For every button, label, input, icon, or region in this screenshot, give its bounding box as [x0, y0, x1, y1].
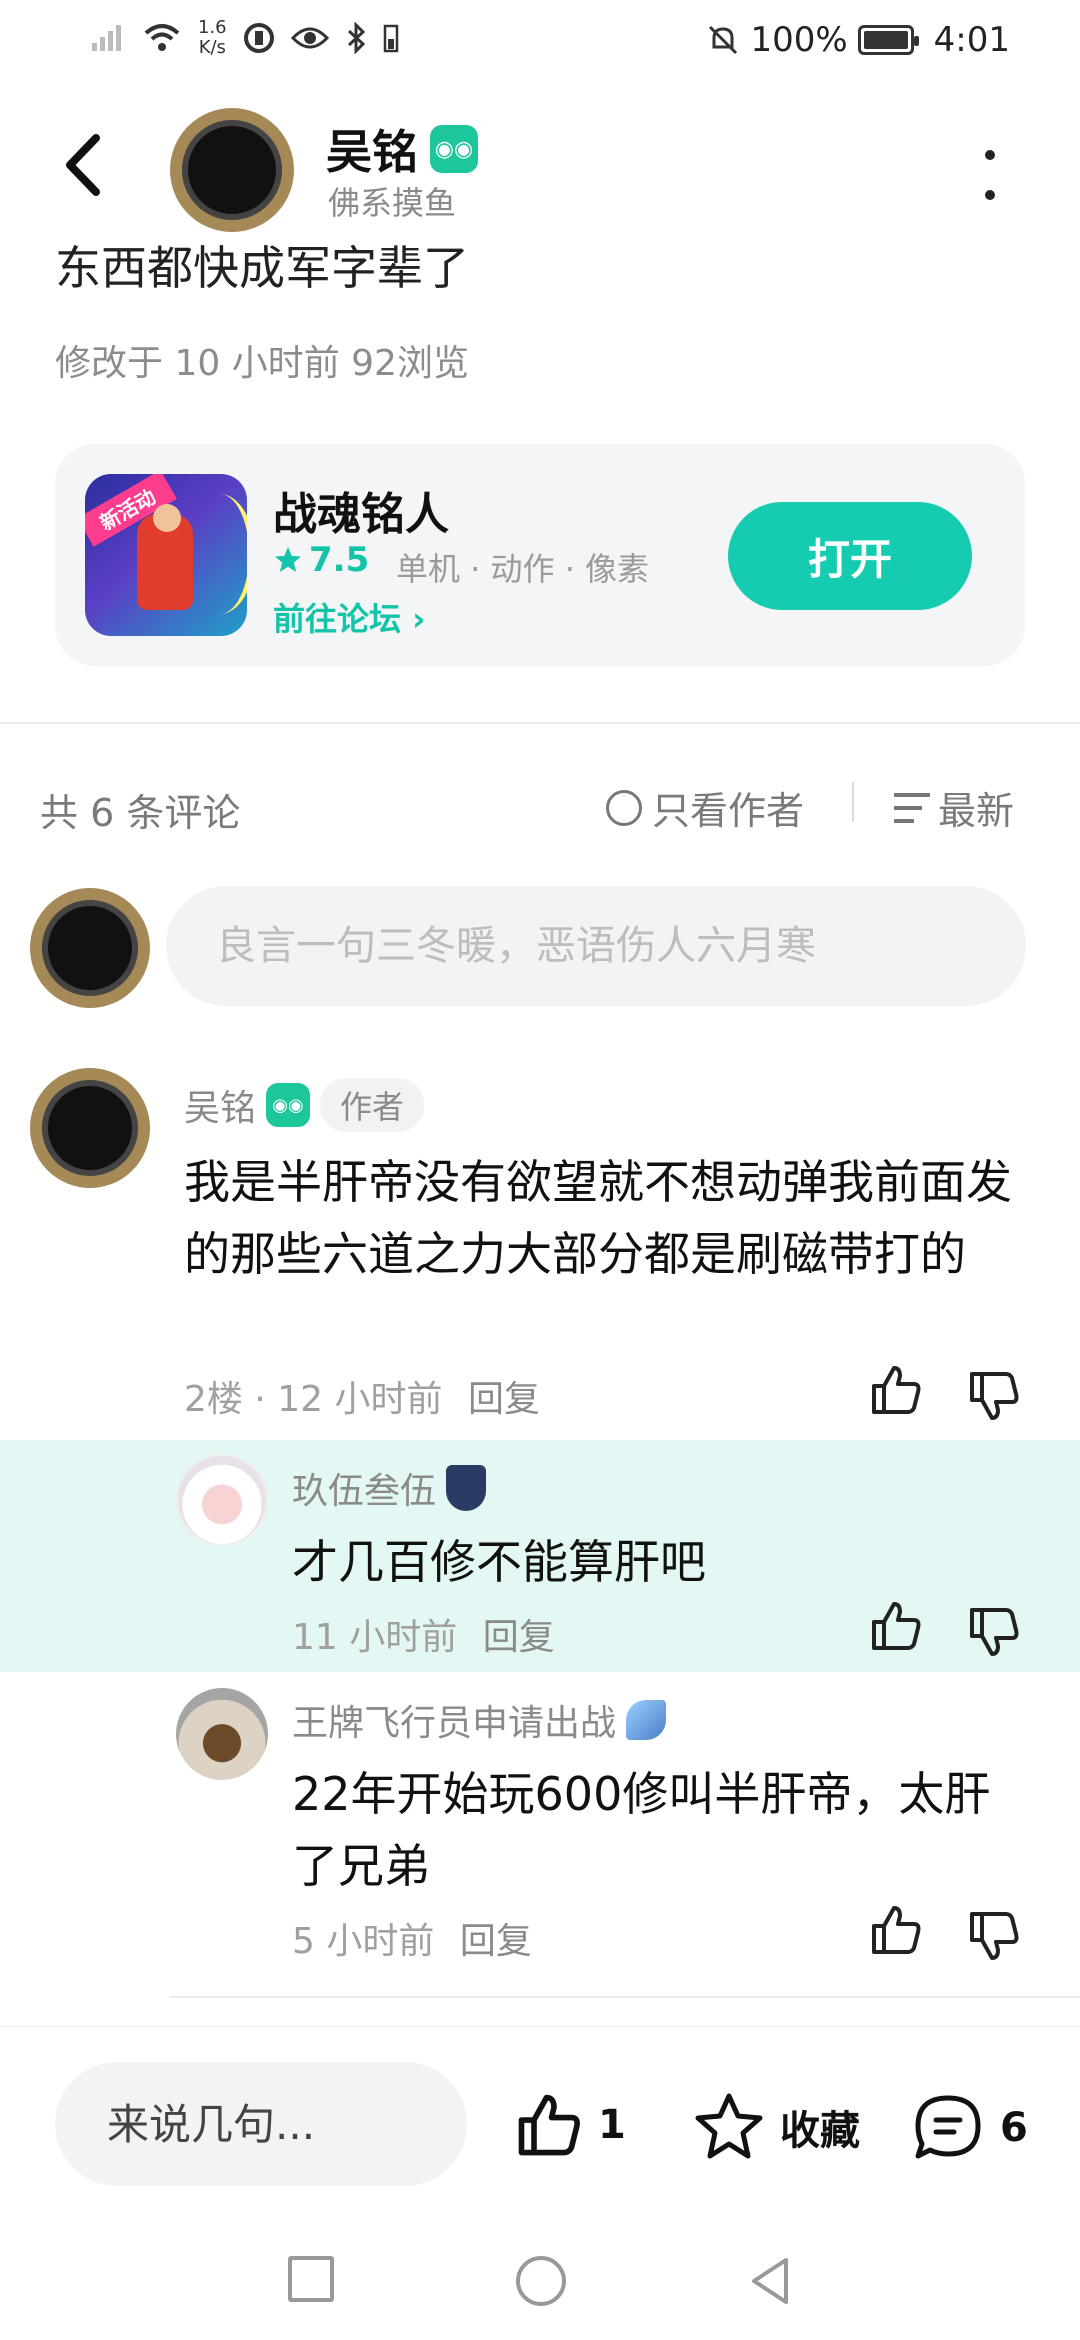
- reply-time: 11 小时前: [292, 1617, 458, 1658]
- comment-input[interactable]: [166, 886, 1026, 1006]
- shield-badge-icon: [446, 1465, 487, 1511]
- back-arrow-icon[interactable]: [60, 130, 110, 200]
- thumbs-down-icon[interactable]: [966, 1604, 1022, 1660]
- reply-body: 才几百修不能算肝吧: [292, 1535, 706, 1589]
- net-speed-value: 1.6: [198, 17, 227, 38]
- star-icon: [275, 547, 301, 572]
- post-meta: 修改于 10 小时前 92浏览: [55, 343, 469, 384]
- comment-body: 我是半肝帝没有欲望就不想动弹我前面发的那些六道之力大部分都是刷磁带打的: [184, 1155, 1012, 1281]
- chat-bubble-icon: [915, 2095, 981, 2159]
- comment-floor-time: 2楼 · 12 小时前: [184, 1379, 443, 1420]
- commenter-avatar[interactable]: [30, 1068, 150, 1188]
- favorite-label: 收藏: [780, 2108, 860, 2154]
- status-left: 1.6 K/s: [90, 18, 399, 58]
- like-button[interactable]: 1: [514, 2090, 626, 2160]
- bell-off-icon: [709, 25, 738, 55]
- only-author-label: 只看作者: [652, 789, 805, 833]
- reply-avatar[interactable]: [176, 1454, 268, 1546]
- commenter-name-row: 吴铭 ◉◉ 作者: [184, 1078, 425, 1132]
- open-game-button[interactable]: 打开: [728, 502, 972, 610]
- reply-body: 22年开始玩600修叫半肝帝，太肝了兄弟: [292, 1767, 991, 1893]
- wing-badge-icon: [626, 1700, 667, 1740]
- sort-label: 最新: [938, 789, 1015, 833]
- author-tag: 作者: [320, 1078, 425, 1132]
- author-avatar[interactable]: [170, 108, 294, 232]
- gamepad-badge-icon: ◉◉: [430, 125, 478, 173]
- forum-link[interactable]: 前往论坛 ›: [273, 594, 425, 640]
- net-speed-unit: K/s: [198, 37, 226, 58]
- comment-meta: 2楼 · 12 小时前 回复: [184, 1370, 540, 1422]
- reply-time: 5 小时前: [292, 1921, 435, 1962]
- eye-icon: [290, 27, 329, 49]
- battery-small-icon: [383, 24, 398, 53]
- commenter-name[interactable]: 吴铭: [184, 1079, 256, 1131]
- status-right: 100% 4:01: [706, 20, 1010, 60]
- status-bar: 1.6 K/s 100% 4:01: [0, 0, 1080, 84]
- comment-count: 共 6 条评论: [40, 791, 241, 835]
- signal-icon: [92, 25, 121, 51]
- reply-reply-button[interactable]: 回复: [483, 1617, 555, 1658]
- sort-icon: [894, 792, 930, 823]
- my-avatar: [30, 888, 150, 1008]
- say-something-input[interactable]: [55, 2062, 467, 2186]
- home-icon[interactable]: [516, 2256, 566, 2306]
- game-rating-value: 7.5: [309, 540, 370, 580]
- wifi-icon: [144, 24, 180, 51]
- header-separator: [852, 782, 854, 822]
- battery-icon: [857, 25, 919, 55]
- more-options-icon[interactable]: [978, 150, 1002, 200]
- thumbs-up-icon[interactable]: [868, 1902, 924, 1958]
- reply-avatar[interactable]: [176, 1688, 268, 1780]
- reply-name[interactable]: 王牌飞行员申请出战: [292, 1694, 616, 1746]
- section-divider: [0, 722, 1080, 724]
- gamepad-badge-icon: ◉◉: [266, 1083, 311, 1127]
- game-app-icon[interactable]: 新活动: [85, 474, 247, 636]
- net-speed: 1.6 K/s: [198, 18, 227, 58]
- author-subtitle: 佛系摸鱼: [328, 184, 457, 222]
- recent-apps-icon[interactable]: [288, 2256, 334, 2302]
- thumbs-up-icon: [518, 2094, 580, 2156]
- forum-link-label: 前往论坛: [273, 600, 402, 638]
- clock: 4:01: [933, 20, 1010, 60]
- favorite-button[interactable]: 收藏: [692, 2090, 860, 2164]
- bluetooth-icon: [347, 22, 365, 54]
- reply-meta: 5 小时前 回复: [292, 1912, 532, 1964]
- reply-divider: [170, 1996, 1080, 1998]
- reply-name-row: 玖伍叁伍: [292, 1462, 487, 1514]
- battery-percent: 100%: [750, 20, 848, 60]
- only-author-toggle[interactable]: 只看作者: [606, 780, 804, 835]
- thumbs-down-icon[interactable]: [966, 1368, 1022, 1424]
- author-name: 吴铭: [326, 125, 418, 179]
- sort-toggle[interactable]: 最新: [894, 780, 1014, 835]
- thumbs-down-icon[interactable]: [966, 1908, 1022, 1964]
- thumbs-up-icon[interactable]: [868, 1362, 924, 1418]
- comment-count-bottom: 6: [1000, 2105, 1028, 2151]
- reply-name[interactable]: 玖伍叁伍: [292, 1462, 436, 1514]
- thumbs-up-icon[interactable]: [868, 1598, 924, 1654]
- post-text-fragment: 东西都快成军字辈了: [55, 241, 469, 295]
- chevron-right-icon: ›: [412, 600, 426, 638]
- game-tags: 单机 · 动作 · 像素: [396, 550, 650, 588]
- comments-button[interactable]: 6: [910, 2090, 1028, 2166]
- game-rating: 7.5: [273, 540, 369, 580]
- star-outline-icon: [695, 2093, 763, 2159]
- reply-meta: 11 小时前 回复: [292, 1608, 555, 1660]
- reply-name-row: 王牌飞行员申请出战: [292, 1694, 667, 1746]
- like-count: 1: [598, 2102, 626, 2148]
- data-saver-icon: [243, 23, 274, 53]
- radio-circle-icon: [606, 789, 642, 826]
- nav-back-icon[interactable]: [744, 2254, 798, 2308]
- game-title: 战魂铭人: [273, 489, 449, 540]
- comment-reply-button[interactable]: 回复: [468, 1379, 540, 1420]
- reply-reply-button[interactable]: 回复: [460, 1921, 532, 1962]
- author-name-row[interactable]: 吴铭 ◉◉: [326, 116, 478, 182]
